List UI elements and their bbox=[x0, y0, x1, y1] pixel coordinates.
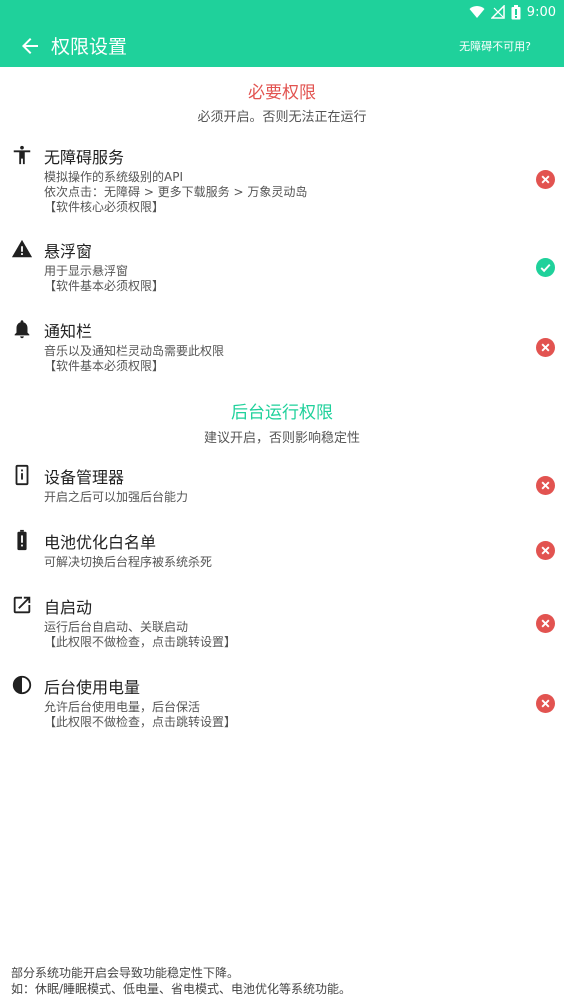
permission-title: 悬浮窗 bbox=[44, 242, 93, 261]
section-title-required: 必要权限 bbox=[248, 83, 316, 103]
section-title-background: 后台运行权限 bbox=[231, 403, 333, 423]
check-status-icon bbox=[536, 258, 555, 277]
error-status-icon bbox=[536, 338, 555, 357]
status-time: 9:00 bbox=[526, 4, 556, 20]
permission-title: 通知栏 bbox=[44, 322, 93, 341]
open-external-icon bbox=[13, 596, 31, 614]
accessibility-unavailable-link[interactable]: 无障碍不可用? bbox=[459, 38, 531, 54]
permission-title: 设备管理器 bbox=[44, 468, 125, 487]
bell-icon bbox=[14, 320, 30, 339]
app-bar: 权限设置 无障碍不可用? bbox=[0, 24, 564, 67]
error-status-icon bbox=[536, 541, 555, 560]
permission-description: 音乐以及通知栏灵动岛需要此权限 【软件基本必须权限】 bbox=[44, 344, 225, 373]
permission-title: 电池优化白名单 bbox=[44, 533, 157, 552]
status-bar: 9:00 bbox=[0, 0, 564, 24]
wifi-icon bbox=[469, 6, 485, 19]
permission-battery-whitelist[interactable]: 电池优化白名单 可解决切换后台程序被系统杀死 bbox=[0, 529, 564, 573]
permission-description: 可解决切换后台程序被系统杀死 bbox=[44, 555, 213, 569]
footer-note: 部分系统功能开启会导致功能稳定性下降。 如：休眠/睡眠模式、低电量、省电模式、电… bbox=[11, 966, 352, 996]
permission-description: 模拟操作的系统级别的API 依次点击：无障碍 > 更多下载服务 > 万象灵动岛 … bbox=[44, 170, 308, 214]
battery-alert-icon bbox=[17, 529, 27, 551]
permission-overlay[interactable]: 悬浮窗 用于显示悬浮窗 【软件基本必须权限】 bbox=[0, 238, 564, 298]
device-info-icon bbox=[15, 464, 29, 486]
permission-title: 无障碍服务 bbox=[44, 148, 125, 167]
back-arrow-icon[interactable] bbox=[18, 34, 42, 58]
permission-description: 运行后台自启动、关联启动 【此权限不做检查，点击跳转设置】 bbox=[44, 620, 237, 649]
contrast-icon bbox=[12, 675, 32, 695]
permission-device-admin[interactable]: 设备管理器 开启之后可以加强后台能力 bbox=[0, 464, 564, 508]
permission-auto-start[interactable]: 自启动 运行后台自启动、关联启动 【此权限不做检查，点击跳转设置】 bbox=[0, 594, 564, 654]
section-subtitle-background: 建议开启，否则影响稳定性 bbox=[203, 431, 360, 446]
error-status-icon bbox=[536, 476, 555, 495]
permission-description: 开启之后可以加强后台能力 bbox=[44, 490, 189, 504]
error-status-icon bbox=[536, 614, 555, 633]
battery-icon bbox=[511, 4, 521, 19]
permission-accessibility[interactable]: 无障碍服务 模拟操作的系统级别的API 依次点击：无障碍 > 更多下载服务 > … bbox=[0, 144, 564, 220]
permission-title: 自启动 bbox=[44, 598, 93, 617]
permission-notification[interactable]: 通知栏 音乐以及通知栏灵动岛需要此权限 【软件基本必须权限】 bbox=[0, 318, 564, 378]
permission-description: 允许后台使用电量，后台保活 【此权限不做检查，点击跳转设置】 bbox=[44, 700, 237, 729]
permission-description: 用于显示悬浮窗 【软件基本必须权限】 bbox=[44, 264, 165, 293]
section-subtitle-required: 必须开启。否则无法正在运行 bbox=[197, 110, 367, 125]
accessibility-icon bbox=[13, 145, 31, 165]
signal-icon bbox=[490, 5, 505, 19]
warning-icon bbox=[11, 239, 33, 258]
page-title: 权限设置 bbox=[51, 36, 128, 58]
permission-title: 后台使用电量 bbox=[44, 678, 141, 697]
error-status-icon bbox=[536, 170, 555, 189]
permission-background-power[interactable]: 后台使用电量 允许后台使用电量，后台保活 【此权限不做检查，点击跳转设置】 bbox=[0, 674, 564, 734]
error-status-icon bbox=[536, 694, 555, 713]
